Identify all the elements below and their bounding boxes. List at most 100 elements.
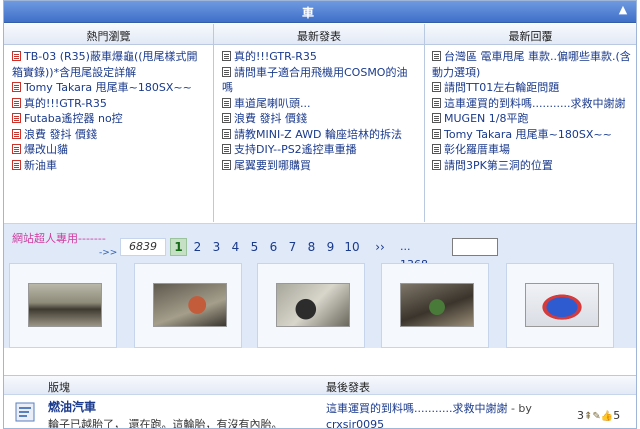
topic-link[interactable]: 新油車 (24, 159, 57, 172)
list-item: 車道尾喇叭頭... (222, 96, 418, 112)
last-page-link[interactable]: ... 1368 (400, 238, 428, 271)
panel-title: 車 (301, 6, 314, 20)
page-link[interactable]: 1 (170, 238, 187, 256)
page-link[interactable]: 2 (189, 238, 206, 256)
forum-stats: 3⇞✎👍5 (577, 409, 620, 422)
topic-link[interactable]: Futaba遙控器 no控 (24, 112, 123, 125)
list-item: 彰化羅厝車場 (432, 142, 632, 158)
list-item: 請教MINI-Z AWD 輪座培林的拆法 (222, 127, 418, 143)
pencil-icon: ✎ (592, 411, 601, 422)
list-item: 請問3PK第三洞的位置 (432, 158, 632, 174)
document-icon (432, 128, 441, 139)
list-item: 尾翼要到哪購買 (222, 158, 418, 174)
last-post-by: - by (507, 402, 532, 415)
list-item: 這車運買的到料嗎...........求救中謝謝 (432, 96, 632, 112)
page-link[interactable]: 5 (246, 238, 263, 256)
promo-link[interactable]: 網站超人專用------- (12, 230, 106, 246)
forum-row: 燃油汽車 輪子已越胎了， 還在跑。這輪胎，有沒有內胎。 這車運買的到料嗎....… (4, 396, 636, 429)
panel-titlebar: 車 ▲ (4, 1, 636, 23)
gallery-thumb-4[interactable] (381, 263, 489, 348)
page-link[interactable]: 4 (227, 238, 244, 256)
list-item: Futaba遙控器 no控 (12, 111, 208, 127)
topic-link[interactable]: 爆改山貓 (24, 143, 68, 156)
topic-link[interactable]: Tomy Takara 甩尾車~180SX~~ (444, 128, 612, 141)
topic-link[interactable]: 這車運買的到料嗎...........求救中謝謝 (444, 97, 625, 110)
topic-link[interactable]: Tomy Takara 甩尾車~180SX~~ (24, 81, 192, 94)
document-icon (222, 128, 231, 139)
document-icon (432, 97, 441, 108)
page-jump-input[interactable] (452, 238, 498, 256)
column-header-row: 熱門瀏覽 最新發表 最新回覆 (4, 24, 636, 45)
header-latest-replies: 最新回覆 (508, 30, 553, 43)
list-item: 真的!!!GTR-R35 (222, 49, 418, 65)
collapse-icon[interactable]: ▲ (616, 3, 630, 17)
topic-link[interactable]: 真的!!!GTR-R35 (24, 97, 107, 110)
topic-link[interactable]: 車道尾喇叭頭... (234, 97, 311, 110)
forum-folder-icon (15, 402, 35, 422)
page-link[interactable]: 3 (208, 238, 225, 256)
car-photo-3 (276, 283, 350, 327)
list-item: 爆改山貓 (12, 142, 208, 158)
document-icon (12, 144, 21, 154)
topic-link[interactable]: 台灣區 電車甩尾 車款..偏哪些車款.(含動力選項) (432, 50, 631, 79)
gallery-thumb-1[interactable] (9, 263, 117, 348)
list-item: 台灣區 電車甩尾 車款..偏哪些車款.(含動力選項) (432, 49, 632, 80)
page-link[interactable]: 10 (341, 238, 363, 256)
header-hot-views: 熱門瀏覽 (86, 30, 131, 43)
list-item: 請問車子適合用飛機用COSMO的油嗎 (222, 65, 418, 96)
document-icon (222, 144, 231, 154)
car-photo-4 (400, 283, 474, 327)
page-link[interactable]: 6 (265, 238, 282, 256)
list-item: 支持DIY--PS2遙控車重播 (222, 142, 418, 158)
document-icon (222, 159, 231, 170)
gallery-thumb-2[interactable] (134, 263, 242, 348)
thread-count: 3 (577, 409, 584, 422)
gallery-thumb-3[interactable] (257, 263, 365, 348)
forum-panel: 車 ▲ 熱門瀏覽 最新發表 最新回覆 TB-03 (R35)蔽車爆龜((甩尾樣式… (3, 0, 637, 429)
document-icon (222, 97, 231, 108)
document-icon (12, 128, 21, 139)
header-last-post: 最後發表 (326, 381, 370, 394)
column-divider (213, 24, 214, 222)
document-icon (12, 82, 21, 92)
latest-posts-list: 真的!!!GTR-R35 請問車子適合用飛機用COSMO的油嗎車道尾喇叭頭... 浪… (222, 49, 418, 173)
document-icon (12, 97, 21, 108)
last-post-user-link[interactable]: crxsir0095 (326, 418, 384, 428)
topic-link[interactable]: TB-03 (R35)蔽車爆龜((甩尾樣式開箱實錄))*含甩尾設定詳解 (12, 50, 198, 79)
latest-replies-list: 台灣區 電車甩尾 車款..偏哪些車款.(含動力選項) 請問TT01左右輪距問題這車… (432, 49, 632, 173)
forum-name-link[interactable]: 燃油汽車 (48, 398, 96, 415)
topic-link[interactable]: 請問3PK第三洞的位置 (444, 159, 553, 172)
topic-link[interactable]: 請問TT01左右輪距問題 (444, 81, 559, 94)
document-icon (432, 51, 441, 61)
topic-link[interactable]: 真的!!!GTR-R35 (234, 50, 317, 63)
topic-link[interactable]: 彰化羅厝車場 (444, 143, 510, 156)
document-icon (12, 113, 21, 123)
page-link[interactable]: 9 (322, 238, 339, 256)
document-icon (432, 82, 441, 92)
hot-views-list: TB-03 (R35)蔽車爆龜((甩尾樣式開箱實錄))*含甩尾設定詳解 Tomy … (12, 49, 208, 173)
thumb-icon: 👍 (600, 411, 614, 422)
topic-link[interactable]: 尾翼要到哪購買 (234, 159, 311, 172)
topic-link[interactable]: 支持DIY--PS2遙控車重播 (234, 143, 357, 156)
car-photo-2 (153, 283, 227, 327)
list-item: MUGEN 1/8平跑 (432, 111, 632, 127)
page-link[interactable]: 8 (303, 238, 320, 256)
list-item: 新油車 (12, 158, 208, 174)
document-icon (222, 66, 231, 77)
topic-link[interactable]: 請問車子適合用飛機用COSMO的油嗎 (222, 66, 407, 95)
topic-link[interactable]: 浪費 發抖 價錢 (24, 128, 97, 141)
header-forum: 版塊 (48, 381, 70, 394)
car-photo-1 (28, 283, 102, 327)
list-item: 真的!!!GTR-R35 (12, 96, 208, 112)
topic-link[interactable]: 浪費 發抖 價錢 (234, 112, 307, 125)
next-page-button[interactable]: ›› (370, 238, 390, 256)
topic-link[interactable]: MUGEN 1/8平跑 (444, 112, 528, 125)
document-icon (432, 113, 441, 123)
topic-link[interactable]: 請教MINI-Z AWD 輪座培林的拆法 (234, 128, 402, 141)
list-item: 浪費 發抖 價錢 (222, 111, 418, 127)
last-post-title-link[interactable]: 這車運買的到料嗎...........求救中謝謝 (326, 402, 507, 415)
page-link[interactable]: 7 (284, 238, 301, 256)
gallery-thumb-5[interactable] (506, 263, 614, 348)
forum-description: 輪子已越胎了， 還在跑。這輪胎，有沒有內胎。 (48, 418, 283, 429)
document-icon (432, 144, 441, 154)
